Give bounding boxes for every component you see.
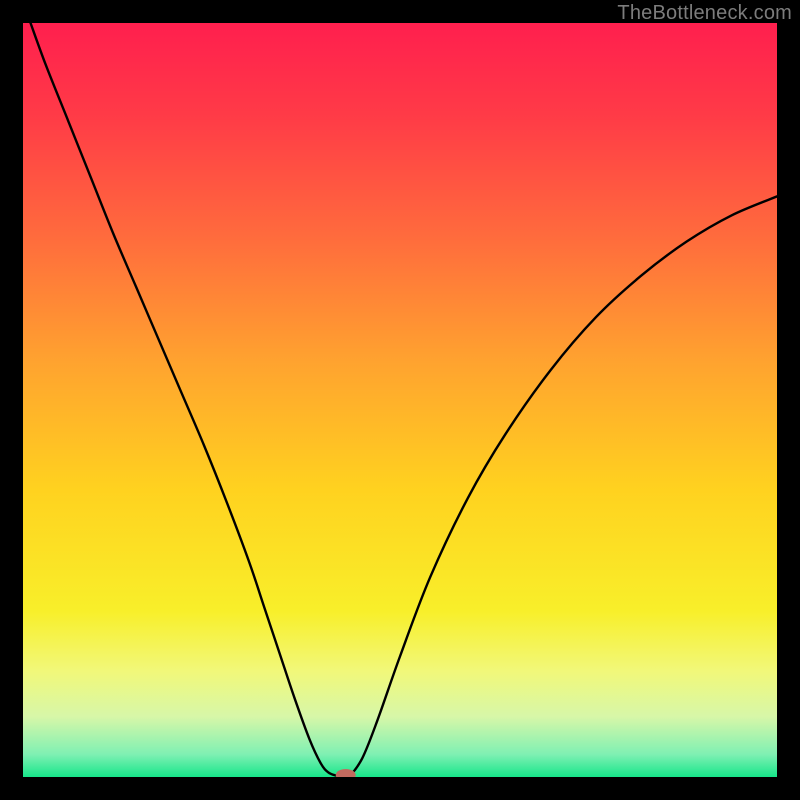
plot-area <box>23 23 777 777</box>
chart-frame: TheBottleneck.com <box>0 0 800 800</box>
watermark-text: TheBottleneck.com <box>617 2 792 25</box>
bottleneck-chart <box>23 23 777 777</box>
gradient-background <box>23 23 777 777</box>
